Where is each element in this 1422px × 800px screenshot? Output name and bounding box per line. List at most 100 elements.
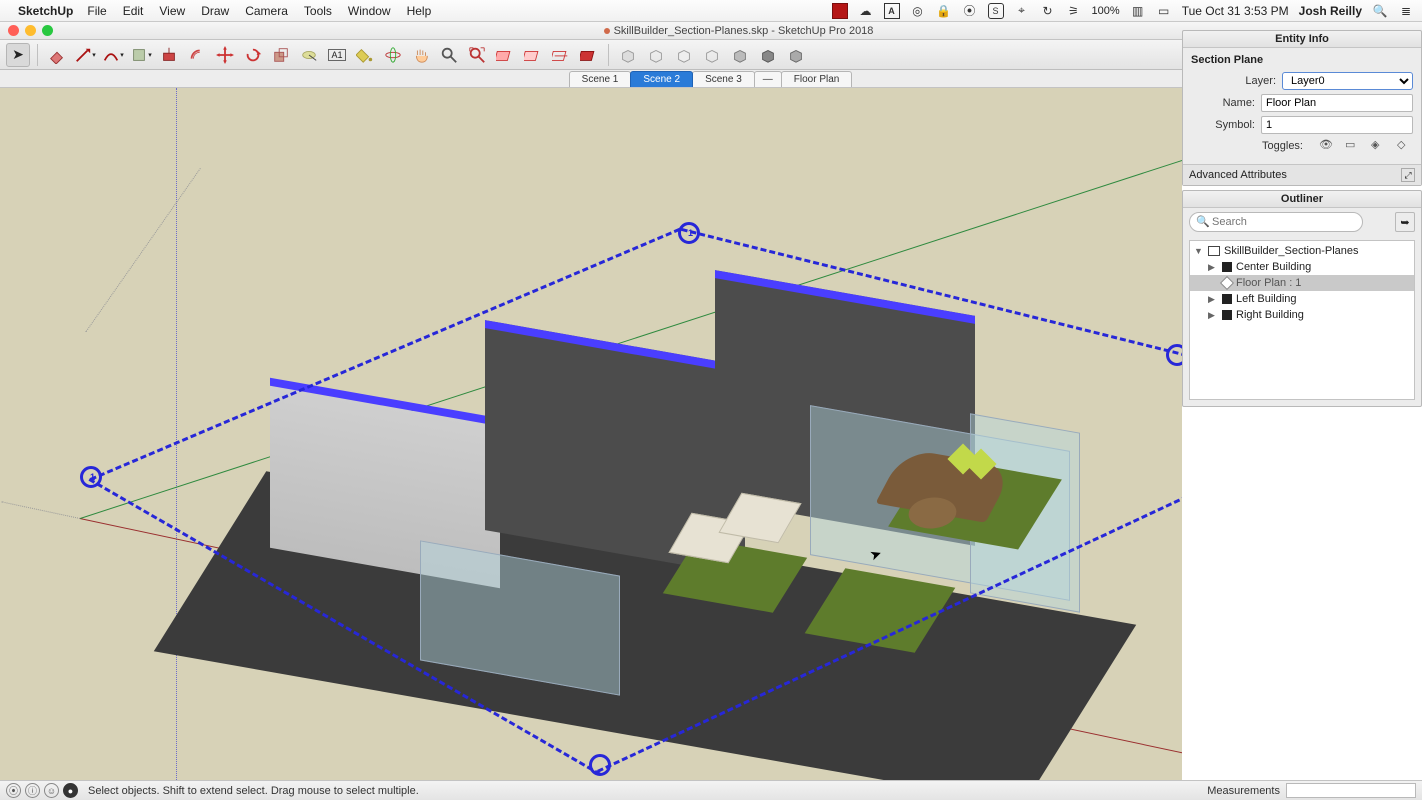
menu-file[interactable]: File	[87, 4, 106, 18]
offset-tool[interactable]	[185, 43, 209, 67]
section-plane-icon[interactable]	[493, 43, 517, 67]
tree-root[interactable]: ▼ SkillBuilder_Section-Planes	[1190, 243, 1414, 259]
measurements-input[interactable]	[1286, 783, 1416, 798]
tape-measure-tool[interactable]	[297, 43, 321, 67]
entity-info-title[interactable]: Entity Info	[1183, 31, 1421, 48]
signed-in-icon[interactable]: ●	[63, 783, 78, 798]
style-box-a-icon[interactable]	[616, 43, 640, 67]
scene-tab-floorplan[interactable]: Floor Plan	[781, 71, 853, 87]
menubar-user[interactable]: Josh Reilly	[1299, 4, 1362, 18]
section-display-toggle-icon[interactable]: ▭	[1345, 138, 1361, 154]
airplay-icon[interactable]: ▭	[1156, 3, 1172, 19]
tree-item-left[interactable]: ▶ Left Building	[1190, 291, 1414, 307]
scene-tab-2[interactable]: Scene 2	[630, 71, 693, 87]
caret-down-icon[interactable]: ▼	[1194, 246, 1204, 256]
menubar-clock[interactable]: Tue Oct 31 3:53 PM	[1182, 4, 1289, 18]
arc-tool[interactable]: ▾	[101, 43, 125, 67]
section-toggle-a-icon[interactable]	[521, 43, 545, 67]
symbol-label: Symbol:	[1191, 119, 1255, 131]
inspector-column: Entity Info Section Plane Layer: Layer0 …	[1182, 30, 1422, 780]
caret-right-icon[interactable]: ▶	[1208, 262, 1218, 273]
grey-dotted-line-icon	[85, 168, 201, 332]
bluetooth-icon[interactable]: ⌖	[1014, 3, 1030, 19]
tree-item-center[interactable]: ▶ Center Building	[1190, 259, 1414, 275]
cloud-status-icon[interactable]: ☁︎	[858, 3, 874, 19]
section-handle-icon[interactable]	[589, 754, 611, 776]
credits-toggle-icon[interactable]: ⓘ	[25, 783, 40, 798]
section-fill-toggle-icon[interactable]: ◇	[1397, 138, 1413, 154]
tree-item-right[interactable]: ▶ Right Building	[1190, 307, 1414, 323]
menu-list-icon[interactable]: ≣	[1398, 3, 1414, 19]
advanced-attributes-label: Advanced Attributes	[1189, 169, 1287, 181]
battery-percent[interactable]: 100%	[1092, 5, 1120, 17]
spotlight-icon[interactable]: 🔍	[1372, 3, 1388, 19]
sync-icon[interactable]: ◎	[910, 3, 926, 19]
section-toggle-c-icon[interactable]	[577, 43, 601, 67]
push-pull-tool[interactable]	[157, 43, 181, 67]
menu-edit[interactable]: Edit	[123, 4, 144, 18]
section-handle-icon[interactable]: 1	[80, 466, 102, 488]
outliner-search-input[interactable]	[1189, 212, 1363, 232]
menu-draw[interactable]: Draw	[201, 4, 229, 18]
style-box-c-icon[interactable]	[672, 43, 696, 67]
zoom-extents-tool[interactable]	[465, 43, 489, 67]
menu-help[interactable]: Help	[407, 4, 432, 18]
section-handle-icon[interactable]	[1166, 344, 1182, 366]
recording-indicator-icon[interactable]	[832, 3, 848, 19]
style-box-e-icon[interactable]	[728, 43, 752, 67]
line-tool[interactable]: ▾	[73, 43, 97, 67]
outliner-title[interactable]: Outliner	[1183, 191, 1421, 208]
scale-tool[interactable]	[269, 43, 293, 67]
caret-right-icon[interactable]: ▶	[1208, 294, 1218, 305]
paint-bucket-tool[interactable]	[353, 43, 377, 67]
rotate-tool[interactable]	[241, 43, 265, 67]
layer-select[interactable]: Layer0	[1282, 72, 1413, 90]
s-badge-icon[interactable]: S	[988, 3, 1004, 19]
style-box-f-icon[interactable]	[756, 43, 780, 67]
lock-icon[interactable]: 🔒	[936, 3, 952, 19]
orbit-tool[interactable]	[381, 43, 405, 67]
menu-tools[interactable]: Tools	[304, 4, 332, 18]
battery-icon[interactable]: ▥	[1130, 3, 1146, 19]
style-box-g-icon[interactable]	[784, 43, 808, 67]
adobe-icon[interactable]: A	[884, 3, 900, 19]
geo-toggle-icon[interactable]: ⦿	[6, 783, 21, 798]
style-box-d-icon[interactable]	[700, 43, 724, 67]
pan-tool[interactable]	[409, 43, 433, 67]
select-tool[interactable]: ➤	[6, 43, 30, 67]
move-tool[interactable]	[213, 43, 237, 67]
visibility-toggle-icon[interactable]: 👁	[1319, 138, 1335, 154]
scene-tab-3[interactable]: Scene 3	[692, 71, 755, 87]
wifi-icon[interactable]: ⚞	[1066, 3, 1082, 19]
expand-advanced-icon[interactable]: ⤢	[1401, 168, 1415, 182]
menu-window[interactable]: Window	[348, 4, 391, 18]
zoom-window-button[interactable]	[42, 25, 53, 36]
menu-view[interactable]: View	[159, 4, 185, 18]
menubar-app-name[interactable]: SketchUp	[18, 4, 73, 18]
shape-tool[interactable]: ▾	[129, 43, 153, 67]
symbol-input[interactable]	[1261, 116, 1413, 134]
scene-tab-add[interactable]: —	[754, 71, 782, 87]
tree-item-label: Center Building	[1236, 261, 1311, 273]
model-viewport[interactable]: 1 1 ➤	[0, 88, 1182, 780]
timemachine-icon[interactable]: ↻	[1040, 3, 1056, 19]
minimize-window-button[interactable]	[25, 25, 36, 36]
advanced-attributes-row[interactable]: Advanced Attributes ⤢	[1183, 164, 1421, 185]
caret-right-icon[interactable]: ▶	[1208, 310, 1218, 321]
section-handle-icon[interactable]: 1	[678, 222, 700, 244]
scene-tab-1[interactable]: Scene 1	[569, 71, 632, 87]
menu-camera[interactable]: Camera	[245, 4, 288, 18]
outliner-tree[interactable]: ▼ SkillBuilder_Section-Planes ▶ Center B…	[1189, 240, 1415, 400]
shield-icon[interactable]: ⦿	[962, 3, 978, 19]
section-toggle-b-icon[interactable]	[549, 43, 573, 67]
close-window-button[interactable]	[8, 25, 19, 36]
profile-toggle-icon[interactable]: ☺	[44, 783, 59, 798]
eraser-tool[interactable]	[45, 43, 69, 67]
outliner-details-button[interactable]: ➥	[1395, 212, 1415, 232]
text-label-tool[interactable]: A1	[325, 43, 349, 67]
style-box-b-icon[interactable]	[644, 43, 668, 67]
tree-item-floorplan[interactable]: Floor Plan : 1	[1190, 275, 1414, 291]
name-input[interactable]	[1261, 94, 1413, 112]
section-cut-toggle-icon[interactable]: ◈	[1371, 138, 1387, 154]
zoom-tool[interactable]	[437, 43, 461, 67]
